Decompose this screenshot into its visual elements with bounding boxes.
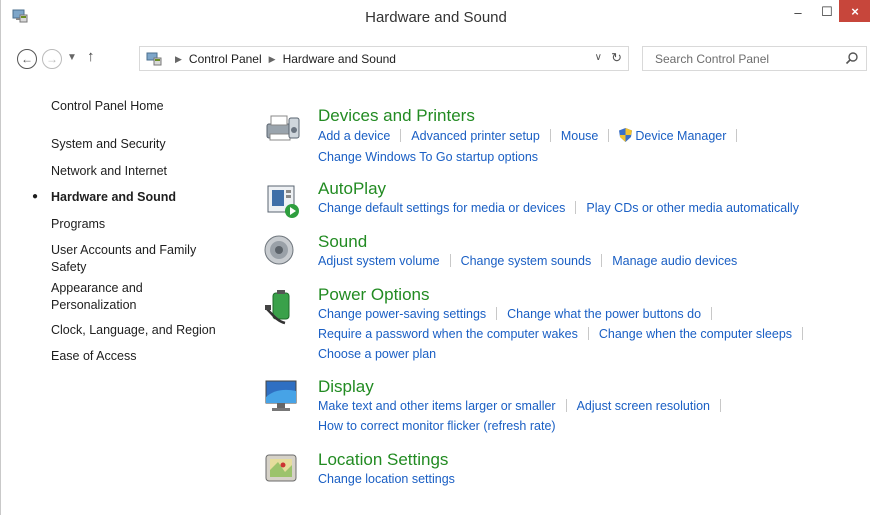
link-adjust-screen-resolution[interactable]: Adjust screen resolution bbox=[577, 399, 710, 413]
uac-shield-icon bbox=[619, 128, 633, 142]
separator bbox=[608, 129, 610, 142]
breadcrumb: ▶ Control Panel ▶ Hardware and Sound bbox=[168, 52, 396, 66]
link-add-a-device[interactable]: Add a device bbox=[318, 129, 390, 143]
link-device-manager[interactable]: Device Manager bbox=[635, 129, 726, 143]
window-title: Hardware and Sound bbox=[365, 9, 507, 26]
current-item-bullet-icon: ● bbox=[32, 191, 39, 202]
link-change-default-settings[interactable]: Change default settings for media or dev… bbox=[318, 201, 565, 215]
recent-locations-chevron-icon[interactable]: ▼ bbox=[67, 52, 77, 63]
address-bar: ← → ▼ ↑ ▶ Control Panel ▶ Hardware and S… bbox=[9, 44, 867, 74]
separator bbox=[400, 129, 402, 142]
up-button[interactable]: ↑ bbox=[87, 48, 95, 65]
sidebar-item-user-accounts[interactable]: User Accounts and Family Safety bbox=[51, 242, 211, 276]
sidebar-item-clock-language-region[interactable]: Clock, Language, and Region bbox=[51, 322, 236, 339]
link-windows-to-go[interactable]: Change Windows To Go startup options bbox=[318, 150, 538, 164]
printer-icon bbox=[266, 115, 300, 141]
sidebar-item-appearance[interactable]: Appearance and Personalization bbox=[51, 280, 191, 314]
speaker-icon bbox=[264, 235, 294, 265]
monitor-icon bbox=[265, 380, 297, 411]
separator bbox=[601, 254, 603, 267]
address-box[interactable]: ▶ Control Panel ▶ Hardware and Sound ∨ ↻ bbox=[139, 46, 629, 71]
refresh-icon[interactable]: ↻ bbox=[611, 50, 622, 66]
sidebar-item-ease-of-access[interactable]: Ease of Access bbox=[51, 348, 236, 365]
sidebar-item-hardware-and-sound[interactable]: Hardware and Sound bbox=[51, 189, 236, 206]
control-panel-window: Hardware and Sound – ☐ × ← → ▼ ↑ ▶ Contr… bbox=[0, 0, 870, 515]
link-choose-power-plan[interactable]: Choose a power plan bbox=[318, 347, 436, 361]
link-adjust-system-volume[interactable]: Adjust system volume bbox=[318, 254, 440, 268]
separator bbox=[587, 327, 589, 340]
separator bbox=[720, 399, 721, 412]
separator bbox=[449, 254, 451, 267]
category-title[interactable]: Devices and Printers bbox=[318, 106, 475, 126]
separator bbox=[802, 327, 804, 340]
separator bbox=[711, 307, 713, 320]
breadcrumb-chevron-icon[interactable]: ▶ bbox=[175, 54, 182, 68]
title-bar: Hardware and Sound – ☐ × bbox=[1, 0, 870, 38]
category-title[interactable]: AutoPlay bbox=[318, 179, 386, 199]
category-title[interactable]: Display bbox=[318, 377, 374, 397]
breadcrumb-control-panel[interactable]: Control Panel bbox=[189, 52, 262, 66]
link-make-text-larger[interactable]: Make text and other items larger or smal… bbox=[318, 399, 556, 413]
link-monitor-flicker[interactable]: How to correct monitor flicker (refresh … bbox=[318, 419, 556, 433]
sidebar-item-network-and-internet[interactable]: Network and Internet bbox=[51, 163, 236, 180]
breadcrumb-hardware-and-sound[interactable]: Hardware and Sound bbox=[283, 52, 396, 66]
address-dropdown-icon[interactable]: ∨ bbox=[595, 52, 602, 63]
link-manage-audio-devices[interactable]: Manage audio devices bbox=[612, 254, 737, 268]
control-panel-icon bbox=[146, 52, 162, 66]
separator bbox=[496, 307, 498, 320]
link-advanced-printer-setup[interactable]: Advanced printer setup bbox=[411, 129, 540, 143]
minimize-button[interactable]: – bbox=[784, 0, 812, 24]
search-input[interactable] bbox=[643, 47, 845, 70]
search-box[interactable] bbox=[642, 46, 867, 71]
category-title[interactable]: Sound bbox=[318, 232, 367, 252]
link-change-power-saving[interactable]: Change power-saving settings bbox=[318, 307, 486, 321]
breadcrumb-chevron-icon[interactable]: ▶ bbox=[269, 54, 276, 68]
sidebar-item-system-and-security[interactable]: System and Security bbox=[51, 136, 236, 153]
link-mouse[interactable]: Mouse bbox=[561, 129, 599, 143]
separator bbox=[565, 399, 567, 412]
category-title[interactable]: Power Options bbox=[318, 285, 430, 305]
forward-button[interactable]: → bbox=[42, 49, 62, 69]
category-title[interactable]: Location Settings bbox=[318, 450, 448, 470]
sidebar-item-control-panel-home[interactable]: Control Panel Home bbox=[51, 98, 236, 115]
location-icon bbox=[265, 454, 297, 482]
link-play-cds[interactable]: Play CDs or other media automatically bbox=[586, 201, 799, 215]
search-icon[interactable] bbox=[845, 51, 859, 65]
link-power-buttons[interactable]: Change what the power buttons do bbox=[507, 307, 701, 321]
separator bbox=[575, 201, 577, 214]
close-button[interactable]: × bbox=[839, 0, 870, 22]
back-button[interactable]: ← bbox=[17, 49, 37, 69]
separator bbox=[549, 129, 551, 142]
battery-icon bbox=[265, 290, 290, 325]
link-change-system-sounds[interactable]: Change system sounds bbox=[461, 254, 592, 268]
link-require-password[interactable]: Require a password when the computer wak… bbox=[318, 327, 578, 341]
link-computer-sleeps[interactable]: Change when the computer sleeps bbox=[599, 327, 792, 341]
maximize-button[interactable]: ☐ bbox=[813, 0, 841, 24]
autoplay-icon bbox=[267, 185, 299, 218]
sidebar-item-programs[interactable]: Programs bbox=[51, 216, 236, 233]
separator bbox=[736, 129, 738, 142]
link-change-location-settings[interactable]: Change location settings bbox=[318, 472, 455, 486]
